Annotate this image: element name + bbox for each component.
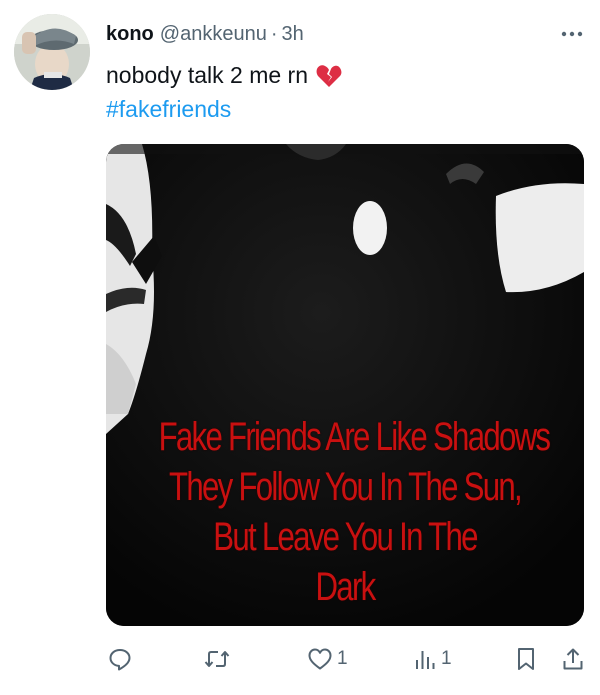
views-count: 1 [441, 648, 452, 669]
caption-line-4: Dark [315, 565, 376, 609]
tweet-actions: 1 1 [106, 642, 586, 676]
broken-heart-icon [316, 63, 342, 87]
views-button[interactable]: 1 [414, 642, 452, 676]
hashtag-link[interactable]: #fakefriends [106, 92, 231, 126]
retweet-button[interactable] [204, 642, 235, 676]
author-name[interactable]: kono [106, 23, 154, 46]
more-icon [561, 31, 583, 37]
image-caption: Fake Friends Are Like Shadows They Follo… [158, 412, 551, 612]
heart-icon [308, 648, 332, 670]
share-button[interactable] [562, 642, 584, 676]
bookmark-icon [518, 648, 534, 670]
author-avatar[interactable] [14, 14, 90, 90]
analytics-icon [416, 651, 435, 669]
caption-line-3: But Leave You In The [213, 515, 478, 559]
author-handle[interactable]: @ankkeunu [160, 23, 267, 46]
like-count: 1 [337, 648, 348, 669]
separator-dot: · [270, 22, 278, 45]
caption-line-1: Fake Friends Are Like Shadows [158, 415, 551, 459]
caption-line-2: They Follow You In The Sun, [168, 465, 523, 509]
avatar-photo [14, 14, 90, 90]
tweet-text: nobody talk 2 me rn [106, 62, 309, 88]
tweet-body: nobody talk 2 me rn #fakefriends [106, 58, 580, 126]
tweet-media-image[interactable]: Fake Friends Are Like Shadows They Follo… [106, 144, 584, 626]
reply-button[interactable] [108, 642, 137, 676]
retweet-icon [204, 651, 230, 667]
reply-icon [109, 649, 131, 671]
more-options-button[interactable] [558, 24, 586, 44]
like-button[interactable]: 1 [308, 642, 348, 676]
share-icon [563, 648, 583, 670]
tweet-header: kono @ankkeunu · 3h [106, 20, 580, 48]
tweet-time[interactable]: 3h [282, 23, 304, 46]
bookmark-button[interactable] [516, 642, 536, 676]
